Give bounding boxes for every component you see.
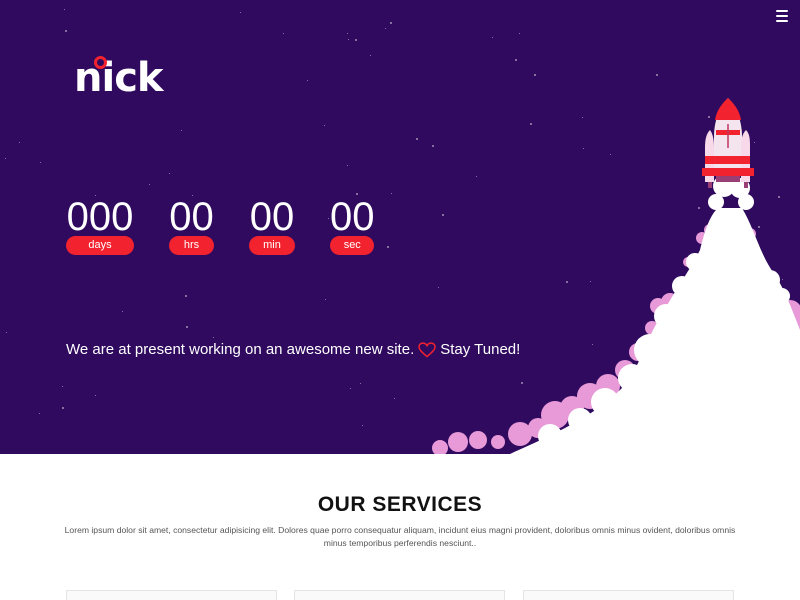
- countdown-value: 00: [249, 195, 295, 239]
- service-card[interactable]: [66, 590, 277, 600]
- star: [515, 59, 517, 61]
- star: [213, 337, 214, 338]
- star: [325, 299, 326, 300]
- star: [39, 413, 40, 414]
- rocket-icon: [702, 98, 754, 188]
- countdown-value: 00: [169, 195, 214, 239]
- countdown-timer: 000 days 00 hrs 00 min 00 sec: [66, 196, 375, 255]
- star: [534, 74, 536, 76]
- countdown-label: min: [249, 236, 295, 255]
- star: [347, 165, 348, 166]
- star: [95, 395, 96, 396]
- menu-icon[interactable]: [776, 10, 788, 22]
- star: [370, 55, 371, 56]
- service-card[interactable]: [523, 590, 734, 600]
- countdown-label: days: [66, 236, 134, 255]
- star: [40, 162, 41, 163]
- star: [5, 158, 6, 159]
- star: [186, 326, 188, 328]
- star: [360, 383, 361, 384]
- service-card[interactable]: [294, 590, 505, 600]
- star: [149, 184, 150, 185]
- logo-text: nick: [74, 55, 163, 101]
- logo[interactable]: nick: [74, 56, 174, 100]
- star: [519, 33, 520, 34]
- countdown-hours: 00 hrs: [169, 196, 214, 255]
- star: [391, 193, 392, 194]
- star: [362, 425, 363, 426]
- star: [416, 138, 418, 140]
- star: [64, 9, 65, 10]
- star: [122, 311, 123, 312]
- star: [385, 28, 386, 29]
- hero-section: nick 000 days 00 hrs 00 min 00 sec We ar…: [0, 0, 800, 454]
- services-title: OUR SERVICES: [317, 493, 483, 516]
- services-description: Lorem ipsum dolor sit amet, consectetur …: [64, 525, 736, 548]
- star: [387, 246, 389, 248]
- star: [355, 39, 357, 41]
- logo-dot-icon: [94, 56, 107, 69]
- rocket-illustration: [432, 98, 800, 454]
- star: [169, 173, 170, 174]
- star: [62, 407, 64, 409]
- star: [185, 295, 187, 297]
- star: [283, 33, 284, 34]
- star: [347, 33, 348, 34]
- star: [348, 39, 349, 40]
- services-section: OUR SERVICES Lorem ipsum dolor sit amet,…: [0, 454, 800, 600]
- star: [181, 130, 182, 131]
- star: [324, 125, 325, 126]
- star: [492, 37, 493, 38]
- star: [390, 22, 392, 24]
- countdown-value: 00: [330, 195, 375, 239]
- countdown-value: 000: [66, 195, 134, 239]
- countdown-days: 000 days: [66, 196, 134, 255]
- star: [656, 74, 658, 76]
- star: [65, 30, 67, 32]
- star: [6, 332, 7, 333]
- star: [350, 388, 351, 389]
- star: [62, 386, 63, 387]
- countdown-label: sec: [330, 236, 375, 255]
- countdown-seconds: 00 sec: [330, 196, 375, 255]
- countdown-minutes: 00 min: [249, 196, 295, 255]
- tagline-text: We are at present working on an awesome …: [66, 341, 415, 358]
- star: [307, 80, 308, 81]
- countdown-label: hrs: [169, 236, 214, 255]
- star: [394, 398, 395, 399]
- star: [19, 142, 20, 143]
- star: [240, 12, 241, 13]
